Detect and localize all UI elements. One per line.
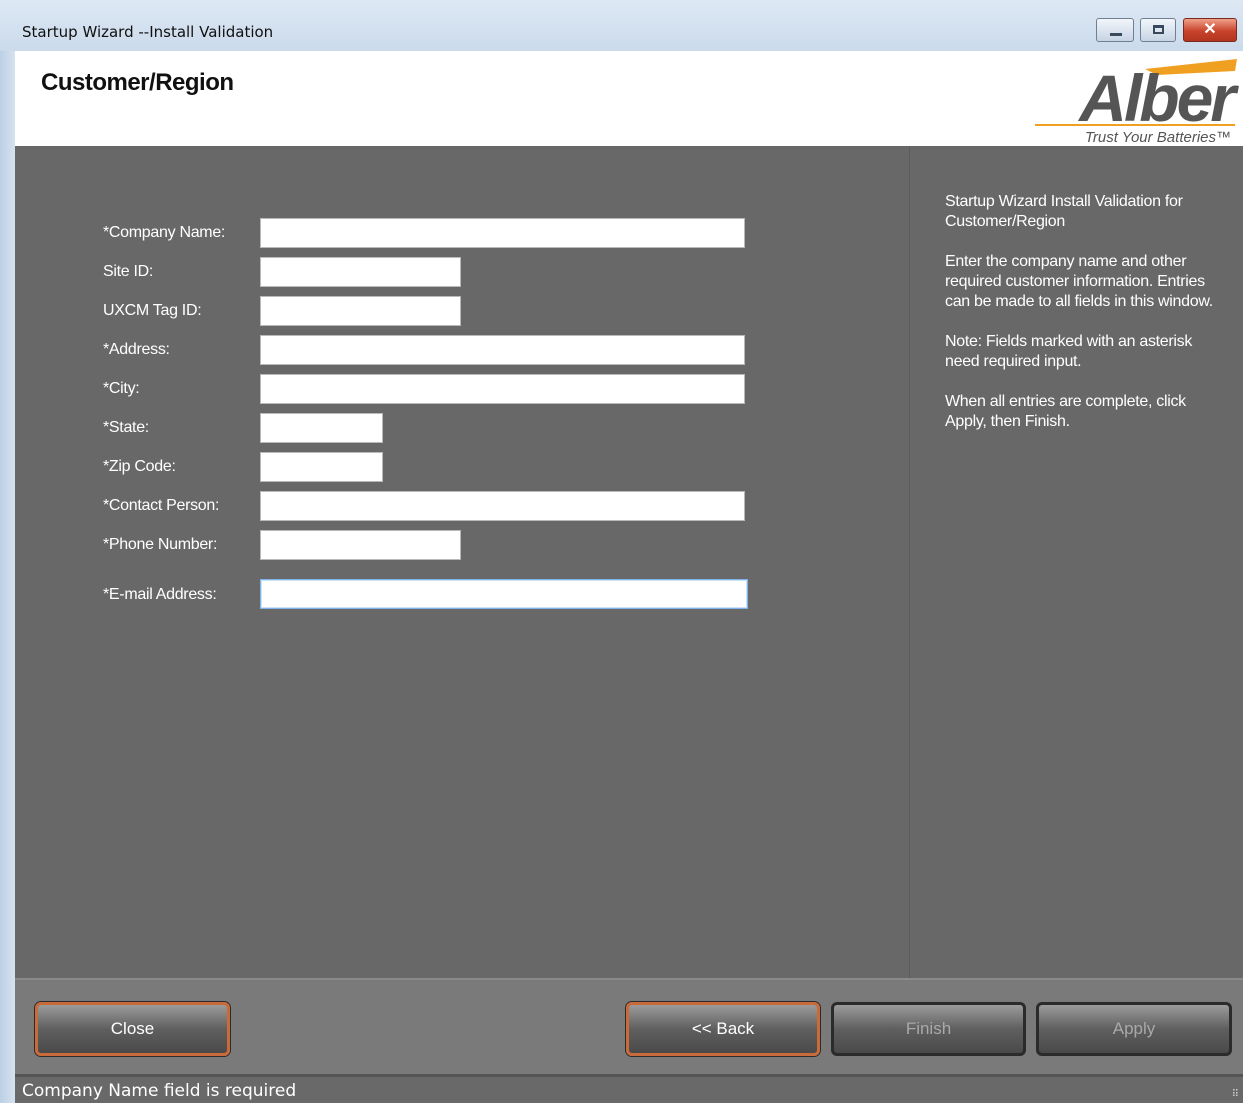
help-note: Note: Fields marked with an asterisk nee… [945, 333, 1193, 370]
city-label: *City: [103, 380, 140, 397]
maximize-button[interactable] [1140, 18, 1176, 42]
window-left-edge [0, 0, 15, 1103]
panel-divider [909, 146, 910, 978]
help-instructions: Enter the company name and other require… [945, 253, 1213, 310]
state-field[interactable] [260, 413, 383, 443]
uxcm-tag-id-label: UXCM Tag ID: [103, 302, 202, 319]
logo-tagline: Trust Your Batteries™ [1085, 129, 1231, 145]
uxcm-tag-id-field[interactable] [260, 296, 461, 326]
page-header: Customer/Region Alber Trust Your Batteri… [15, 51, 1243, 146]
main-panel: *Company Name: Site ID: UXCM Tag ID: *Ad… [15, 146, 1243, 978]
close-icon: ✕ [1203, 21, 1217, 38]
alber-logo: Alber Trust Your Batteries™ [1035, 59, 1241, 145]
finish-button[interactable]: Finish [831, 1002, 1026, 1056]
zip-code-field[interactable] [260, 452, 383, 482]
phone-number-field[interactable] [260, 530, 461, 560]
city-field[interactable] [260, 374, 745, 404]
apply-button[interactable]: Apply [1036, 1002, 1232, 1056]
address-label: *Address: [103, 341, 170, 358]
minimize-icon [1110, 33, 1122, 36]
company-name-label: *Company Name: [103, 224, 226, 241]
help-intro: Startup Wizard Install Validation for Cu… [945, 193, 1183, 230]
contact-person-field[interactable] [260, 491, 745, 521]
minimize-button[interactable] [1096, 18, 1134, 42]
site-id-field[interactable] [260, 257, 461, 287]
status-bar: Company Name field is required ⠿ [15, 1074, 1243, 1103]
phone-number-label: *Phone Number: [103, 536, 218, 553]
state-label: *State: [103, 419, 149, 436]
contact-person-label: *Contact Person: [103, 497, 220, 514]
back-button[interactable]: << Back [626, 1002, 820, 1056]
help-finish-hint: When all entries are complete, click App… [945, 393, 1186, 430]
email-address-field[interactable] [260, 579, 748, 609]
maximize-icon [1153, 25, 1164, 34]
page-title: Customer/Region [41, 69, 234, 96]
status-message: Company Name field is required [22, 1081, 297, 1101]
title-bar[interactable]: Startup Wizard --Install Validation ✕ [0, 0, 1243, 51]
company-name-field[interactable] [260, 218, 745, 248]
email-address-label: *E-mail Address: [103, 586, 217, 603]
button-bar: Close << Back Finish Apply [15, 978, 1243, 1074]
window-close-button[interactable]: ✕ [1183, 18, 1237, 42]
site-id-label: Site ID: [103, 263, 154, 280]
logo-wordmark: Alber [1077, 61, 1239, 135]
zip-code-label: *Zip Code: [103, 458, 176, 475]
window-title: Startup Wizard --Install Validation [22, 23, 274, 41]
close-button[interactable]: Close [35, 1002, 230, 1056]
address-field[interactable] [260, 335, 745, 365]
help-panel: Startup Wizard Install Validation for Cu… [945, 192, 1225, 452]
resize-grip-icon[interactable]: ⠿ [1232, 1089, 1239, 1100]
startup-wizard-window: Startup Wizard --Install Validation ✕ Cu… [0, 0, 1243, 1103]
